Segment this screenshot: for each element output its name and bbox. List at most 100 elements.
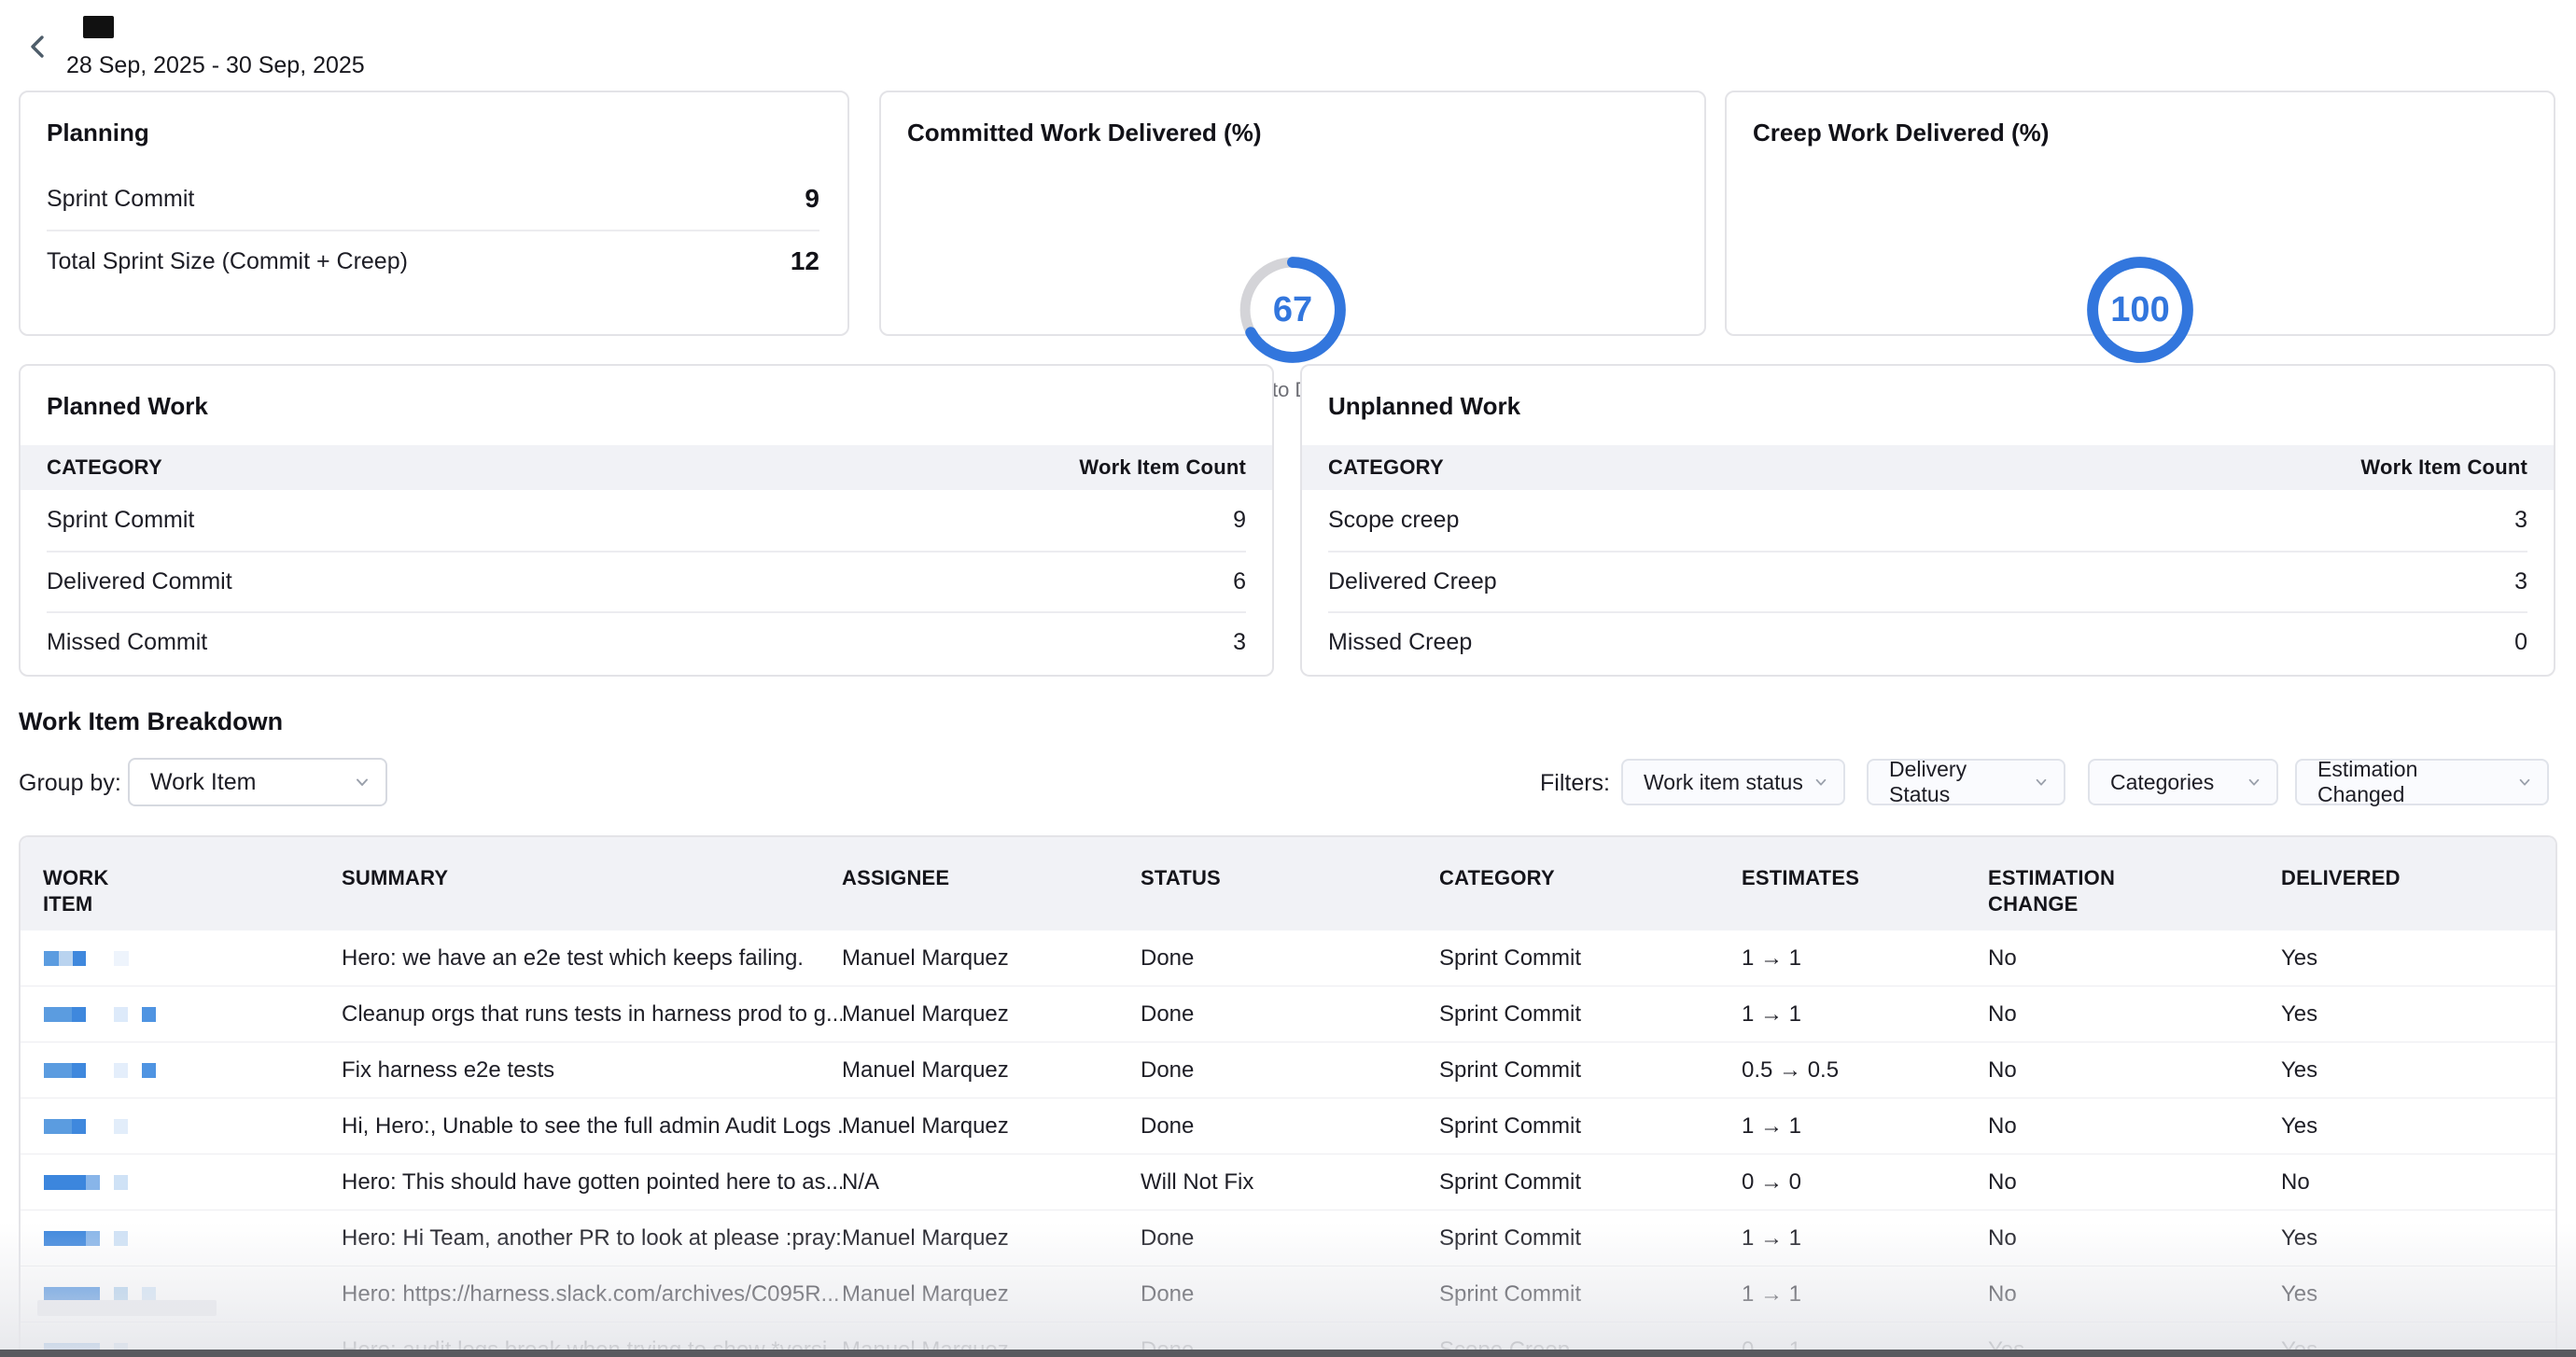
category-cell: Sprint Commit bbox=[1439, 1281, 1742, 1308]
summary-cell: Hi, Hero:, Unable to see the full admin … bbox=[342, 1113, 842, 1140]
work-item-breakdown-title: Work Item Breakdown bbox=[19, 707, 283, 736]
assignee-cell: Manuel Marquez bbox=[842, 945, 1141, 972]
table-row: Delivered Commit 6 bbox=[47, 551, 1246, 611]
work-item-link[interactable] bbox=[43, 1154, 342, 1210]
assignee-cell: Manuel Marquez bbox=[842, 1281, 1141, 1308]
count-cell: 6 bbox=[1233, 568, 1246, 595]
table-row: Missed Creep 0 bbox=[1328, 611, 2527, 672]
delivered-cell: No bbox=[2281, 1169, 2533, 1196]
category-cell: Missed Commit bbox=[47, 629, 207, 656]
status-cell: Done bbox=[1141, 1113, 1439, 1140]
back-button[interactable] bbox=[22, 32, 54, 63]
breakdown-table-header: WORK ITEM SUMMARY ASSIGNEE STATUS CATEGO… bbox=[21, 837, 2555, 930]
unplanned-col-category: CATEGORY bbox=[1328, 455, 1444, 480]
table-row: Missed Commit 3 bbox=[47, 611, 1246, 672]
count-cell: 3 bbox=[2514, 507, 2527, 534]
summary-cell: Hero: This should have gotten pointed he… bbox=[342, 1169, 842, 1196]
col-status: STATUS bbox=[1141, 865, 1221, 891]
estimation-change-cell: No bbox=[1988, 1113, 2281, 1140]
unplanned-work-title: Unplanned Work bbox=[1328, 392, 2527, 421]
assignee-cell: Manuel Marquez bbox=[842, 1113, 1141, 1140]
filter-delivery-status[interactable]: Delivery Status bbox=[1867, 759, 2065, 805]
work-item-link[interactable] bbox=[43, 1210, 342, 1266]
work-item-link[interactable] bbox=[43, 986, 342, 1042]
committed-gauge-value: 67 bbox=[881, 249, 1704, 371]
screen-cut-edge bbox=[0, 1350, 2576, 1357]
assignee-cell: Manuel Marquez bbox=[842, 1057, 1141, 1084]
category-cell: Sprint Commit bbox=[1439, 945, 1742, 972]
delivered-cell: Yes bbox=[2281, 1001, 2533, 1028]
status-cell: Done bbox=[1141, 1281, 1439, 1308]
table-row[interactable]: Hero: Hi Team, another PR to look at ple… bbox=[21, 1210, 2555, 1266]
status-cell: Will Not Fix bbox=[1141, 1169, 1439, 1196]
chevron-down-icon bbox=[2034, 775, 2049, 790]
planning-row-value: 12 bbox=[791, 246, 819, 276]
summary-cell: Hero: Hi Team, another PR to look at ple… bbox=[342, 1225, 842, 1252]
filter-label: Work item status bbox=[1644, 770, 1803, 795]
table-row[interactable]: Hero: we have an e2e test which keeps fa… bbox=[21, 930, 2555, 986]
chevron-down-icon bbox=[354, 774, 371, 790]
filter-categories[interactable]: Categories bbox=[2088, 759, 2278, 805]
table-row[interactable]: Hero: https://harness.slack.com/archives… bbox=[21, 1266, 2555, 1322]
planned-work-table-header: CATEGORY Work Item Count bbox=[21, 445, 1272, 490]
planning-row-label: Sprint Commit bbox=[47, 186, 194, 213]
planned-work-card: Planned Work CATEGORY Work Item Count Sp… bbox=[19, 364, 1274, 677]
planned-col-count: Work Item Count bbox=[1079, 455, 1246, 480]
delivered-cell: Yes bbox=[2281, 1281, 2533, 1308]
committed-card-title: Committed Work Delivered (%) bbox=[907, 119, 1678, 147]
unplanned-work-table-header: CATEGORY Work Item Count bbox=[1302, 445, 2554, 490]
filter-label: Categories bbox=[2110, 770, 2214, 795]
planning-card-title: Planning bbox=[47, 119, 821, 147]
chevron-down-icon bbox=[1813, 775, 1828, 790]
filter-label: Delivery Status bbox=[1889, 757, 2024, 807]
delivered-cell: Yes bbox=[2281, 1225, 2533, 1252]
col-assignee: ASSIGNEE bbox=[842, 865, 949, 891]
work-item-link[interactable] bbox=[43, 1098, 342, 1154]
category-cell: Missed Creep bbox=[1328, 629, 1472, 656]
category-cell: Delivered Creep bbox=[1328, 568, 1497, 595]
filter-label: Estimation Changed bbox=[2317, 757, 2508, 807]
count-cell: 3 bbox=[1233, 629, 1246, 656]
category-cell: Sprint Commit bbox=[1439, 1113, 1742, 1140]
estimates-cell: 1 → 1 bbox=[1742, 945, 1988, 972]
work-item-link[interactable] bbox=[43, 930, 342, 986]
table-row[interactable]: Hi, Hero:, Unable to see the full admin … bbox=[21, 1098, 2555, 1154]
estimation-change-cell: No bbox=[1988, 1001, 2281, 1028]
col-estimates: ESTIMATES bbox=[1742, 865, 1859, 891]
chevron-left-icon bbox=[24, 33, 52, 61]
estimates-cell: 0 → 0 bbox=[1742, 1169, 1988, 1196]
category-cell: Sprint Commit bbox=[1439, 1057, 1742, 1084]
filter-work-item-status[interactable]: Work item status bbox=[1621, 759, 1845, 805]
col-estimation-change: ESTIMATION CHANGE bbox=[1988, 865, 2147, 917]
redacted-work-item-block bbox=[37, 1300, 217, 1316]
group-by-select[interactable]: Work Item bbox=[128, 758, 387, 806]
filter-estimation-changed[interactable]: Estimation Changed bbox=[2295, 759, 2549, 805]
status-cell: Done bbox=[1141, 1001, 1439, 1028]
table-row[interactable]: Cleanup orgs that runs tests in harness … bbox=[21, 986, 2555, 1042]
table-row[interactable]: Fix harness e2e tests Manuel Marquez Don… bbox=[21, 1042, 2555, 1098]
category-cell: Sprint Commit bbox=[1439, 1225, 1742, 1252]
status-cell: Done bbox=[1141, 1057, 1439, 1084]
category-cell: Sprint Commit bbox=[1439, 1001, 1742, 1028]
page-header: 28 Sep, 2025 - 30 Sep, 2025 bbox=[0, 0, 2576, 89]
summary-cell: Fix harness e2e tests bbox=[342, 1057, 842, 1084]
estimation-change-cell: No bbox=[1988, 1225, 2281, 1252]
summary-cell: Cleanup orgs that runs tests in harness … bbox=[342, 1001, 842, 1028]
group-by-selected-value: Work Item bbox=[150, 769, 256, 796]
planning-row-value: 9 bbox=[805, 184, 819, 214]
table-row[interactable]: Hero: This should have gotten pointed he… bbox=[21, 1154, 2555, 1210]
estimates-cell: 1 → 1 bbox=[1742, 1225, 1988, 1252]
creep-gauge-value: 100 bbox=[1727, 249, 2554, 371]
col-delivered: DELIVERED bbox=[2281, 865, 2401, 891]
count-cell: 9 bbox=[1233, 507, 1246, 534]
redacted-title-block bbox=[83, 16, 114, 38]
work-item-link[interactable] bbox=[43, 1042, 342, 1098]
creep-work-delivered-card: Creep Work Delivered (%) 100 Creep Done … bbox=[1725, 91, 2555, 336]
estimation-change-cell: No bbox=[1988, 1281, 2281, 1308]
assignee-cell: Manuel Marquez bbox=[842, 1001, 1141, 1028]
filters-label: Filters: bbox=[1521, 770, 1610, 797]
status-cell: Done bbox=[1141, 1225, 1439, 1252]
estimates-cell: 0.5 → 0.5 bbox=[1742, 1057, 1988, 1084]
table-row: Delivered Creep 3 bbox=[1328, 551, 2527, 611]
estimation-change-cell: No bbox=[1988, 1057, 2281, 1084]
